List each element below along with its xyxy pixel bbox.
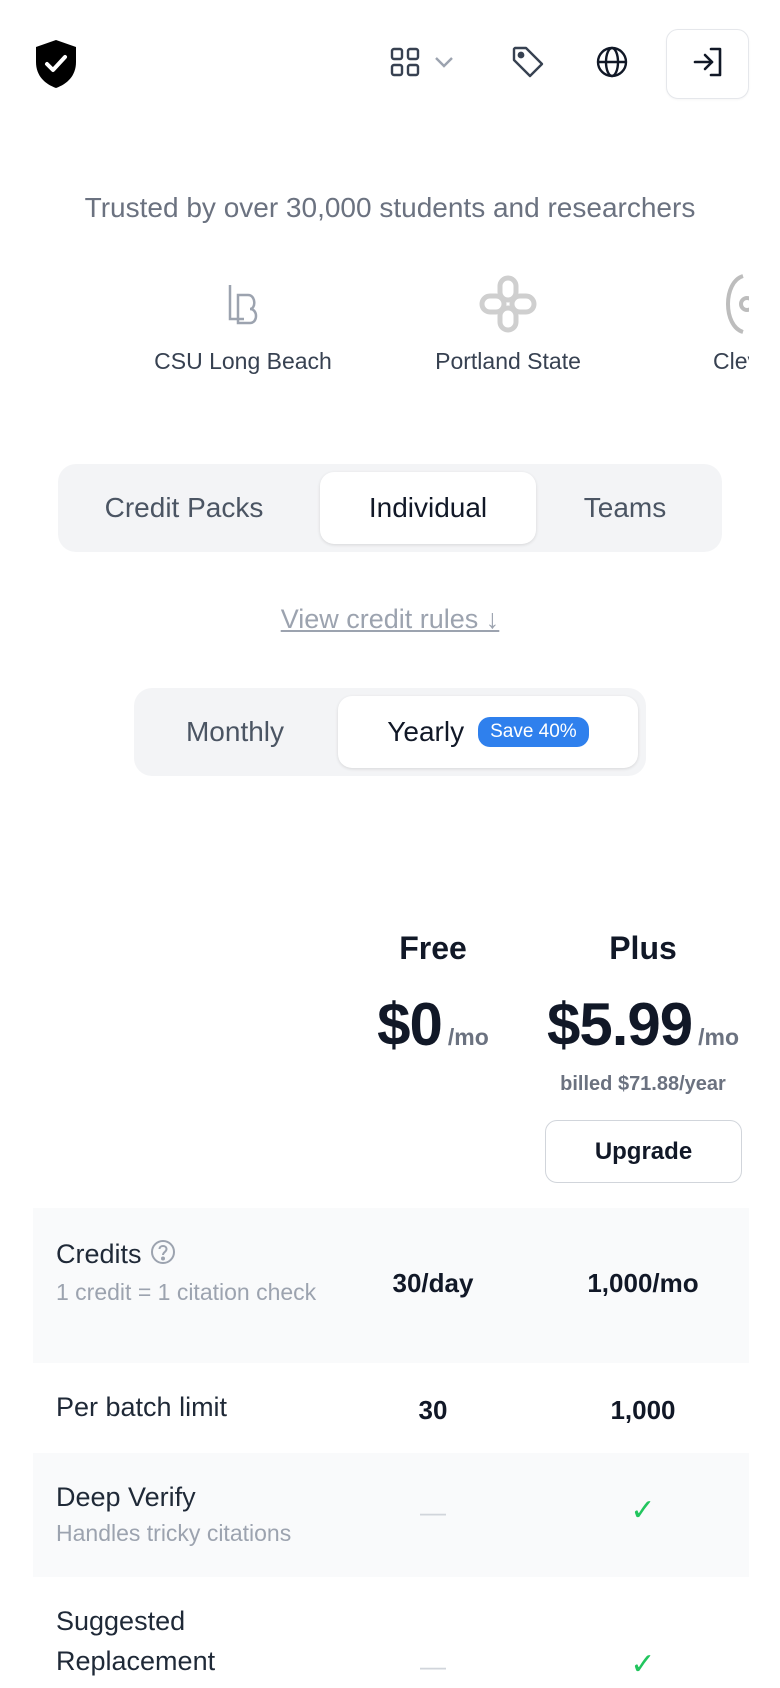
feature-row-batch-limit: Per batch limit 30 1,000 [33, 1363, 749, 1453]
upgrade-button[interactable]: Upgrade [545, 1120, 742, 1183]
globe-icon [595, 45, 629, 84]
help-circle-icon[interactable] [150, 1236, 176, 1276]
university-seal-icon [653, 268, 749, 340]
feature-value-free: 30/day [392, 1268, 474, 1298]
pricing-tag-button[interactable] [508, 44, 548, 84]
university-item: Clevel [653, 268, 749, 375]
knot-logo-icon [388, 268, 628, 340]
university-name: Portland State [435, 348, 581, 374]
university-name: CSU Long Beach [154, 348, 332, 374]
lb-logo-icon [123, 268, 363, 340]
billing-yearly[interactable]: Yearly Save 40% [338, 696, 638, 768]
feature-value-plus: 1,000/mo [587, 1268, 699, 1298]
plan-name-free: Free [399, 930, 467, 966]
tab-individual[interactable]: Individual [320, 472, 536, 544]
feature-title: Per batch limit [56, 1392, 228, 1422]
view-credit-rules-link[interactable]: View credit rules ↓ [0, 604, 780, 635]
trusted-by-text: Trusted by over 30,000 students and rese… [84, 192, 696, 223]
feature-title-text: Credits [56, 1239, 142, 1269]
feature-title: Deep Verify [56, 1482, 196, 1512]
feature-value-free: 30 [418, 1395, 448, 1425]
feature-label: Per batch limit [56, 1387, 227, 1427]
feature-title: Suggested Replacement [56, 1606, 216, 1676]
feature-title: Credits [56, 1234, 336, 1276]
billing-period-switch: Monthly Yearly Save 40% [134, 688, 646, 776]
sign-in-icon [691, 45, 725, 84]
billing-monthly[interactable]: Monthly [142, 696, 328, 768]
price-amount: $0 [377, 991, 443, 1058]
feature-label: Deep Verify Handles tricky citations [56, 1477, 291, 1549]
plan-type-switch: Credit Packs Individual Teams [58, 464, 722, 552]
tab-credit-packs[interactable]: Credit Packs [66, 472, 302, 544]
price-period: /mo [447, 1024, 489, 1050]
price-period: /mo [698, 1024, 740, 1050]
plan-name-plus: Plus [609, 930, 677, 966]
feature-label: Credits 1 credit = 1 citation check [56, 1234, 336, 1308]
tag-icon [511, 45, 545, 84]
tab-teams[interactable]: Teams [536, 472, 714, 544]
university-item: CSU Long Beach [123, 268, 363, 375]
feature-label: Suggested Replacement [56, 1601, 296, 1681]
feature-subtitle: 1 credit = 1 citation check [56, 1278, 317, 1305]
feature-value-plus: 1,000 [610, 1395, 676, 1425]
price-plus: $5.99/mo [533, 990, 753, 1059]
price-free: $0/mo [323, 990, 543, 1059]
top-header [0, 0, 780, 128]
feature-value-free: — [420, 1497, 446, 1527]
check-icon: ✓ [630, 1494, 656, 1527]
sign-in-button[interactable] [666, 29, 749, 99]
chevron-down-icon [434, 55, 454, 73]
shield-check-icon[interactable] [33, 38, 79, 90]
university-name: Clevel [713, 348, 749, 374]
feature-value-free: — [420, 1651, 446, 1681]
university-logos: rd CSU Long Beach Portland State Clevel [33, 268, 749, 388]
feature-subtitle: Handles tricky citations [56, 1520, 292, 1546]
feature-row-credits: Credits 1 credit = 1 citation check 30/d… [33, 1208, 749, 1363]
feature-row-deep-verify: Deep Verify Handles tricky citations — ✓ [33, 1453, 749, 1577]
check-icon: ✓ [630, 1648, 656, 1681]
billed-note: billed $71.88/year [560, 1073, 726, 1095]
feature-row-suggested-replacement: Suggested Replacement — ✓ [33, 1577, 749, 1688]
billing-yearly-label: Yearly [387, 716, 465, 747]
grid-icon [390, 47, 420, 82]
save-badge: Save 40% [478, 717, 589, 747]
language-button[interactable] [592, 44, 632, 84]
price-amount: $5.99 [546, 991, 693, 1058]
university-item: Portland State [388, 268, 628, 375]
apps-menu-button[interactable] [390, 44, 468, 84]
